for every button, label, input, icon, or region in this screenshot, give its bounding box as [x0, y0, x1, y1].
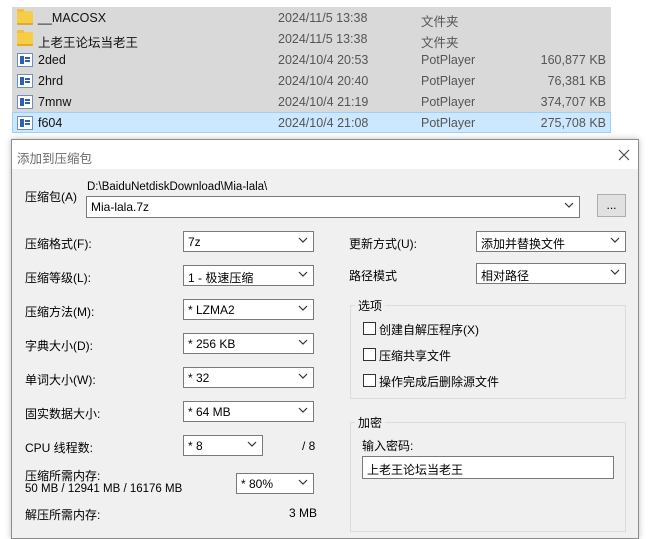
file-date: 2024/10/4 20:53 [278, 53, 369, 67]
chevron-down-icon [298, 271, 308, 277]
update-mode-value: 添加并替换文件 [481, 237, 566, 251]
delete-source-checkbox[interactable] [363, 374, 376, 387]
level-label: 压缩等级(L): [25, 271, 92, 285]
file-row[interactable]: __MACOSX 2024/11/5 13:38 文件夹 [12, 7, 611, 29]
video-file-icon [17, 95, 33, 109]
encryption-group-title: 加密 [355, 414, 386, 431]
video-file-icon [17, 116, 33, 130]
archive-path: D:\BaiduNetdiskDownload\Mia-lala\ [87, 181, 268, 193]
file-row[interactable]: 2ded 2024/10/4 20:53 PotPlayer 160,877 KB [12, 49, 611, 70]
file-type: PotPlayer [421, 116, 476, 130]
sfx-checkbox-label: 创建自解压程序(X) [379, 323, 479, 337]
word-size-select[interactable]: * 32 [183, 367, 314, 388]
cpu-threads-select[interactable]: * 8 [183, 435, 263, 456]
archive-name-combo[interactable]: Mia-lala.7z [86, 196, 580, 218]
path-mode-label: 路径模式 [349, 269, 398, 283]
format-value: 7z [188, 235, 201, 249]
file-size: 374,707 KB [540, 95, 606, 109]
level-select[interactable]: 1 - 极速压缩 [183, 265, 314, 286]
title-bar[interactable]: 添加到压缩包 [12, 140, 638, 169]
chevron-down-icon [610, 269, 620, 275]
file-size: 76,381 KB [547, 74, 606, 88]
compress-memory-detail: 50 MB / 12941 MB / 16176 MB [25, 483, 183, 495]
solid-size-value: * 64 MB [188, 405, 231, 419]
file-date: 2024/11/5 13:38 [278, 11, 368, 25]
method-select[interactable]: * LZMA2 [183, 299, 314, 320]
method-value: * LZMA2 [188, 303, 235, 317]
chevron-down-icon [298, 479, 308, 485]
file-name: 2ded [38, 53, 66, 67]
file-type: PotPlayer [421, 74, 476, 88]
delete-source-checkbox-label: 操作完成后删除源文件 [379, 375, 500, 389]
chevron-down-icon [564, 202, 574, 208]
method-label: 压缩方法(M): [25, 305, 95, 319]
folder-icon [17, 9, 33, 25]
chevron-down-icon [298, 305, 308, 311]
browse-button[interactable]: ... [597, 194, 626, 217]
word-size-value: * 32 [188, 371, 210, 385]
format-label: 压缩格式(F): [25, 237, 92, 251]
file-row[interactable]: 7mnw 2024/10/4 21:19 PotPlayer 374,707 KB [12, 91, 611, 112]
file-row[interactable]: 上老王论坛当老王 2024/11/5 13:38 文件夹 [12, 28, 611, 50]
file-date: 2024/10/4 21:19 [278, 95, 369, 109]
shared-files-checkbox-label: 压缩共享文件 [379, 349, 452, 363]
options-group-title: 选项 [355, 297, 386, 314]
chevron-down-icon [247, 441, 257, 447]
video-file-icon [17, 53, 33, 67]
file-list: __MACOSX 2024/11/5 13:38 文件夹 上老王论坛当老王 2024/1… [12, 7, 611, 133]
file-row[interactable]: f604 2024/10/4 21:08 PotPlayer 275,708 KB [12, 112, 611, 133]
compress-memory-label: 压缩所需内存: [25, 469, 101, 483]
chevron-down-icon [298, 407, 308, 413]
file-type: PotPlayer [421, 95, 476, 109]
close-button[interactable] [610, 140, 638, 169]
dict-size-value: * 256 KB [188, 337, 236, 351]
dict-size-label: 字典大小(D): [25, 339, 93, 353]
dict-size-select[interactable]: * 256 KB [183, 333, 314, 354]
file-name: f604 [38, 116, 63, 130]
decompress-memory-value: 3 MB [289, 506, 318, 520]
file-name: __MACOSX [38, 11, 107, 25]
memory-usage-value: * 80% [241, 477, 274, 491]
format-select[interactable]: 7z [183, 231, 314, 252]
file-size: 275,708 KB [540, 116, 606, 130]
password-input[interactable]: 上老王论坛当老王 [362, 456, 614, 479]
video-file-icon [17, 74, 33, 88]
cpu-threads-label: CPU 线程数: [25, 441, 94, 455]
level-value: 1 - 极速压缩 [188, 271, 254, 285]
password-label: 输入密码: [362, 439, 414, 453]
archive-name-value: Mia-lala.7z [91, 200, 150, 214]
cpu-threads-max: / 8 [302, 439, 316, 453]
path-mode-value: 相对路径 [481, 269, 530, 283]
shared-files-checkbox[interactable] [363, 348, 376, 361]
browse-button-label: ... [606, 198, 617, 212]
memory-usage-select[interactable]: * 80% [236, 473, 314, 494]
file-date: 2024/11/5 13:38 [278, 32, 368, 46]
file-size: 160,877 KB [540, 53, 606, 67]
file-name: 7mnw [38, 95, 72, 109]
chevron-down-icon [298, 339, 308, 345]
update-mode-label: 更新方式(U): [349, 237, 417, 251]
file-type: PotPlayer [421, 53, 476, 67]
file-name: 2hrd [38, 74, 64, 88]
chevron-down-icon [610, 237, 620, 243]
solid-size-select[interactable]: * 64 MB [183, 401, 314, 422]
password-value: 上老王论坛当老王 [367, 463, 464, 477]
dialog-title: 添加到压缩包 [17, 152, 93, 166]
chevron-down-icon [298, 237, 308, 243]
word-size-label: 单词大小(W): [25, 373, 96, 387]
add-to-archive-dialog: 添加到压缩包 压缩包(A) D:\BaiduNetdiskDownload\Mi… [11, 139, 639, 539]
sfx-checkbox[interactable] [363, 322, 376, 335]
solid-size-label: 固实数据大小: [25, 407, 101, 421]
update-mode-select[interactable]: 添加并替换文件 [476, 231, 626, 252]
path-mode-select[interactable]: 相对路径 [476, 263, 626, 284]
close-icon [618, 149, 630, 160]
cpu-threads-value: * 8 [188, 439, 203, 453]
archive-label: 压缩包(A) [25, 190, 77, 204]
decompress-memory-label: 解压所需内存: [25, 508, 101, 522]
chevron-down-icon [298, 373, 308, 379]
file-row[interactable]: 2hrd 2024/10/4 20:40 PotPlayer 76,381 KB [12, 70, 611, 91]
file-date: 2024/10/4 20:40 [278, 74, 369, 88]
file-date: 2024/10/4 21:08 [278, 116, 369, 130]
folder-icon [17, 30, 33, 46]
